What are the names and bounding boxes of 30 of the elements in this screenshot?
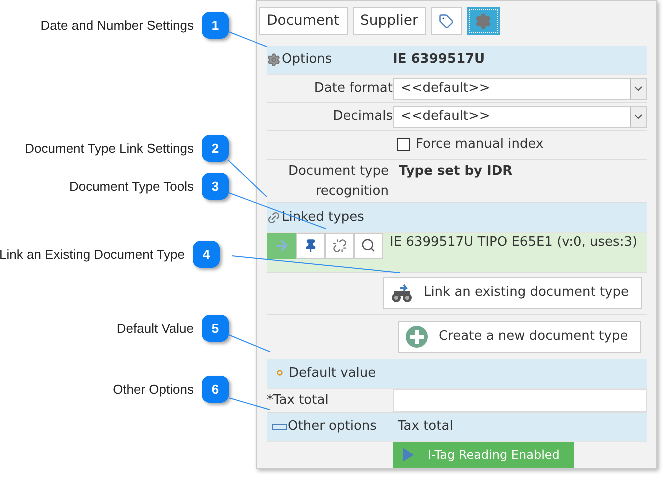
callout-label: Date and Number Settings bbox=[40, 18, 194, 33]
create-type-button[interactable]: Create a new document type bbox=[398, 320, 642, 353]
field-label: *Tax total bbox=[267, 392, 330, 408]
section-title: Other options bbox=[288, 419, 377, 434]
callout-label: Document Type Link Settings bbox=[25, 141, 194, 156]
callout-badge: 5 bbox=[202, 315, 229, 342]
checkbox-label: Force manual index bbox=[416, 137, 544, 152]
tab[interactable]: Supplier bbox=[352, 7, 426, 35]
callout-badge: 6 bbox=[202, 376, 229, 403]
field-label: Decimals bbox=[332, 109, 393, 124]
callout-label: Default Value bbox=[116, 321, 194, 336]
field-label: Date format bbox=[313, 81, 393, 96]
link-type-button[interactable]: Link an existing document type bbox=[382, 276, 642, 309]
section-title: Default value bbox=[289, 366, 376, 381]
recognition-value: Type set by IDR bbox=[399, 163, 513, 182]
callout-badge: 2 bbox=[202, 135, 229, 162]
select-field[interactable]: <<default>> bbox=[393, 106, 647, 128]
document-name: IE 6399517U bbox=[393, 52, 486, 68]
select-field[interactable]: <<default>> bbox=[393, 78, 647, 100]
callout-label: Document Type Tools bbox=[69, 179, 194, 194]
callout-label: Link an Existing Document Type bbox=[0, 247, 185, 262]
callout-badge: 1 bbox=[202, 12, 229, 39]
callout-badge: 3 bbox=[202, 173, 229, 200]
section-title: Options bbox=[282, 52, 332, 68]
linked-type-name: IE 6399517U TIPO E65E1 (v:0, uses:3) bbox=[390, 234, 639, 252]
callout-label: Other Options bbox=[113, 382, 194, 397]
field-value: Tax total bbox=[398, 419, 454, 434]
tab[interactable]: Document bbox=[259, 7, 348, 35]
callout-badge: 4 bbox=[193, 241, 220, 268]
field-label: Document type recognition bbox=[287, 163, 390, 202]
